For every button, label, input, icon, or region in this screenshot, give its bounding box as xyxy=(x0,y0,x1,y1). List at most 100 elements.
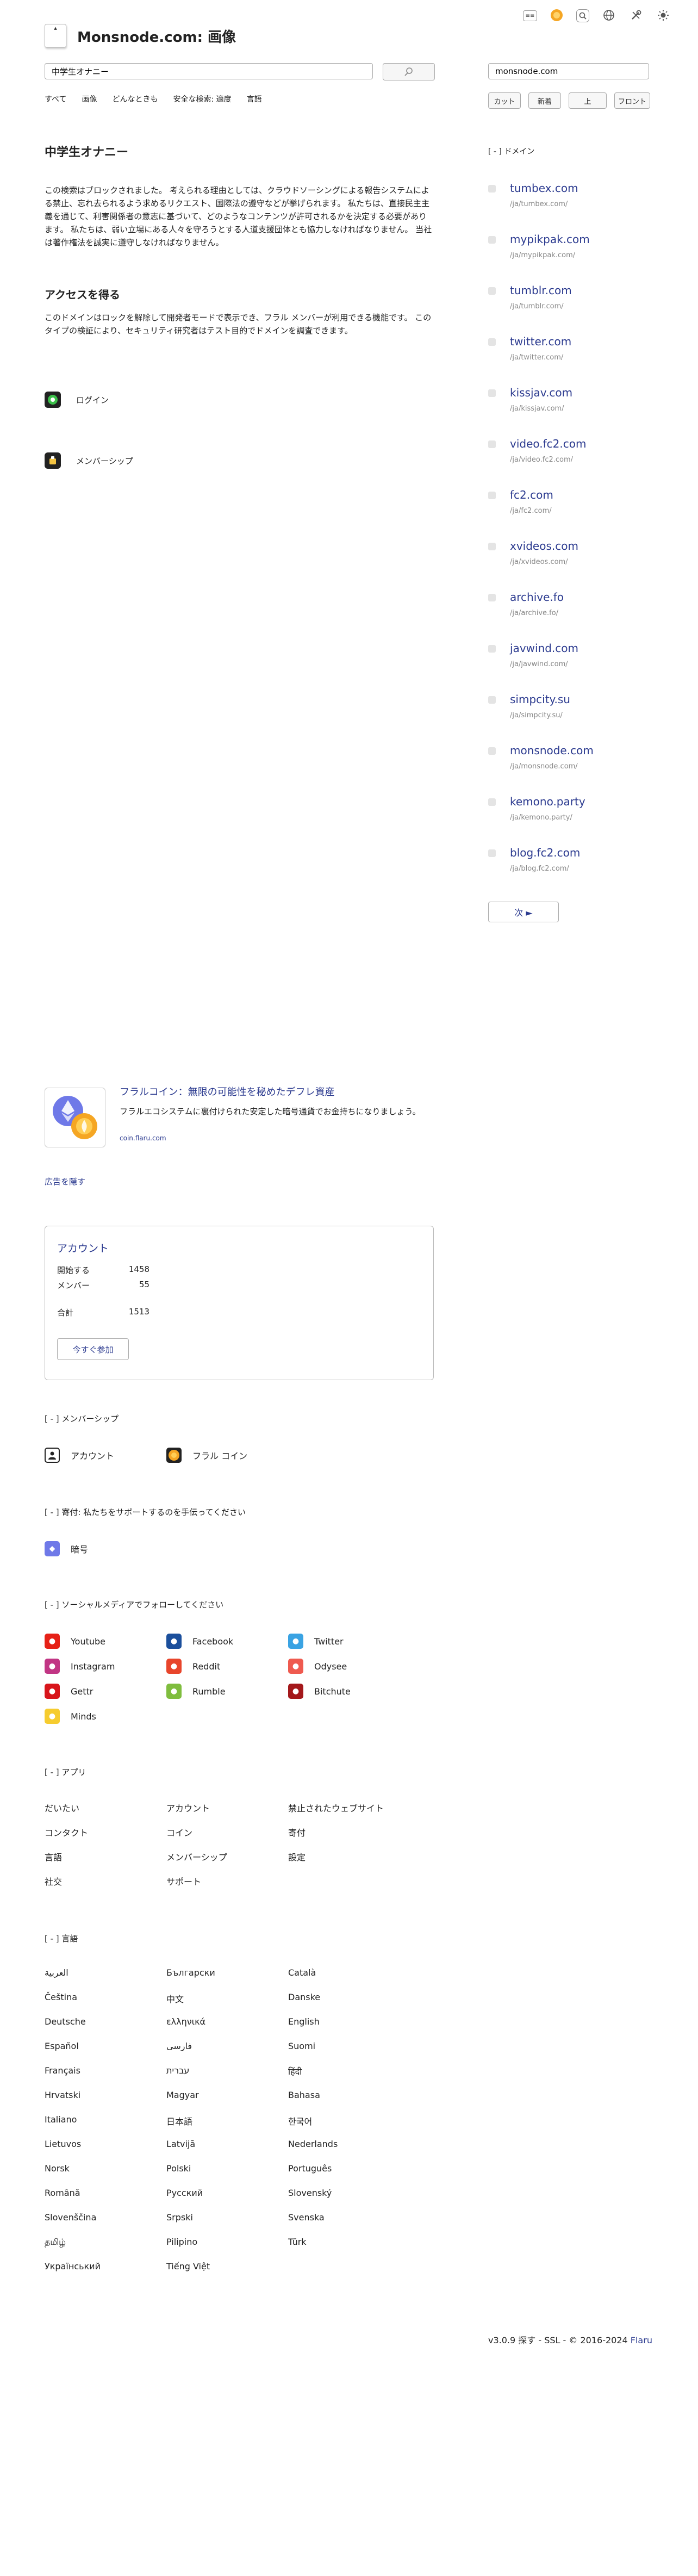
app-link[interactable]: メンバーシップ xyxy=(166,1850,227,1874)
hide-ads-link[interactable]: 広告を隠す xyxy=(45,1176,85,1187)
domain-title[interactable]: mypikpak.com xyxy=(510,233,590,246)
language-link[interactable]: Український xyxy=(45,2261,101,2286)
apps-section-header[interactable]: [ - ] アプリ xyxy=(45,1766,86,1778)
domain-url[interactable]: /ja/tumblr.com/ xyxy=(510,302,564,311)
domain-url[interactable]: /ja/archive.fo/ xyxy=(510,609,558,617)
search-button[interactable] xyxy=(383,63,435,80)
social-link-gettr[interactable]: ● Gettr xyxy=(45,1684,93,1699)
app-link[interactable]: サポート xyxy=(166,1874,227,1899)
language-link[interactable]: Svenska xyxy=(288,2212,338,2237)
join-now-button[interactable]: 今すぐ参加 xyxy=(57,1338,129,1360)
domain-url[interactable]: /ja/tumbex.com/ xyxy=(510,200,568,208)
domain-title[interactable]: tumbex.com xyxy=(510,182,578,195)
domain-url[interactable]: /ja/simpcity.su/ xyxy=(510,711,563,719)
language-link[interactable]: Suomi xyxy=(288,2041,338,2065)
app-link[interactable]: コイン xyxy=(166,1826,227,1850)
language-link[interactable]: Bahasa xyxy=(288,2090,338,2114)
language-link[interactable]: हिंदी xyxy=(288,2065,338,2090)
language-link[interactable]: Català xyxy=(288,1967,338,1992)
tab-language[interactable]: 言語 xyxy=(247,94,262,104)
social-link-instagram[interactable]: ● Instagram xyxy=(45,1659,115,1674)
app-link[interactable]: 社交 xyxy=(45,1874,88,1899)
social-link-odysee[interactable]: ● Odysee xyxy=(288,1659,347,1674)
app-link[interactable]: 禁止されたウェブサイト xyxy=(288,1801,384,1826)
ad-title[interactable]: フラルコイン：無限の可能性を秘めたデフレ資産 xyxy=(120,1084,335,1098)
language-link[interactable]: Hrvatski xyxy=(45,2090,101,2114)
domain-title[interactable]: blog.fc2.com xyxy=(510,846,580,859)
tab-safe-search[interactable]: 安全な検索: 適度 xyxy=(173,94,231,104)
social-link-facebook[interactable]: ● Facebook xyxy=(166,1634,233,1649)
domain-url[interactable]: /ja/mypikpak.com/ xyxy=(510,251,575,259)
language-link[interactable]: Čeština xyxy=(45,1992,101,2016)
membership-section-header[interactable]: [ - ] メンバーシップ xyxy=(45,1413,119,1424)
cut-button[interactable]: カット xyxy=(488,92,521,109)
language-section-header[interactable]: [ - ] 言語 xyxy=(45,1933,78,1944)
search-input[interactable] xyxy=(45,63,373,79)
social-link-bitchute[interactable]: ● Bitchute xyxy=(288,1684,351,1699)
domain-title[interactable]: twitter.com xyxy=(510,335,571,348)
ad-image[interactable] xyxy=(45,1088,105,1147)
language-link[interactable]: Deutsche xyxy=(45,2016,101,2041)
domain-url[interactable]: /ja/video.fc2.com/ xyxy=(510,456,573,464)
app-link[interactable]: 寄付 xyxy=(288,1826,384,1850)
front-button[interactable]: フロント xyxy=(614,92,650,109)
language-link[interactable]: Tiếng Việt xyxy=(166,2261,215,2286)
domain-title[interactable]: xvideos.com xyxy=(510,539,578,553)
app-link[interactable]: 設定 xyxy=(288,1850,384,1874)
account-title[interactable]: アカウント xyxy=(57,1240,109,1255)
language-link[interactable]: Norsk xyxy=(45,2163,101,2188)
domains-header[interactable]: [ - ] ドメイン xyxy=(488,146,534,157)
next-page-button[interactable]: 次 ► xyxy=(488,902,559,922)
language-link[interactable]: Italiano xyxy=(45,2114,101,2139)
language-link[interactable]: العربية xyxy=(45,1967,101,1992)
site-favicon[interactable]: ▴ xyxy=(45,24,66,48)
tab-anytime[interactable]: どんなときも xyxy=(112,94,158,104)
social-link-reddit[interactable]: ● Reddit xyxy=(166,1659,220,1674)
language-link[interactable]: 한국어 xyxy=(288,2114,338,2139)
domain-title[interactable]: simpcity.su xyxy=(510,693,570,706)
donation-section-header[interactable]: [ - ] 寄付: 私たちをサポートするのを手伝ってください xyxy=(45,1506,246,1518)
language-link[interactable]: فارسی xyxy=(166,2041,215,2065)
language-link[interactable]: Srpski xyxy=(166,2212,215,2237)
domain-url[interactable]: /ja/xvideos.com/ xyxy=(510,558,568,566)
flaru-coin-icon[interactable] xyxy=(549,8,564,23)
domain-url[interactable]: /ja/fc2.com/ xyxy=(510,507,552,515)
domain-title[interactable]: kissjav.com xyxy=(510,386,572,399)
social-link-twitter[interactable]: ● Twitter xyxy=(288,1634,344,1649)
language-link[interactable]: עברית xyxy=(166,2065,215,2090)
site-search-input[interactable] xyxy=(488,63,649,79)
tools-icon[interactable] xyxy=(628,8,644,23)
language-link[interactable]: Български xyxy=(166,1967,215,1992)
language-link[interactable]: Polski xyxy=(166,2163,215,2188)
language-link[interactable]: 日本語 xyxy=(166,2114,215,2139)
domain-title[interactable]: monsnode.com xyxy=(510,744,594,757)
domain-title[interactable]: fc2.com xyxy=(510,488,553,501)
flaru-coin-link[interactable]: フラル コイン xyxy=(166,1448,247,1463)
language-link[interactable]: English xyxy=(288,2016,338,2041)
language-link[interactable]: Slovenščina xyxy=(45,2212,101,2237)
tab-images[interactable]: 画像 xyxy=(82,94,97,104)
search-settings-icon[interactable] xyxy=(576,9,589,22)
ad-url[interactable]: coin.flaru.com xyxy=(120,1134,166,1142)
login-link[interactable]: ログイン xyxy=(45,392,109,408)
language-link[interactable]: Lietuvos xyxy=(45,2139,101,2163)
crypto-donation-link[interactable]: ◆ 暗号 xyxy=(45,1541,88,1556)
domain-url[interactable]: /ja/kemono.party/ xyxy=(510,814,572,822)
language-link[interactable]: Danske xyxy=(288,1992,338,2016)
flaru-link[interactable]: Flaru xyxy=(631,2335,652,2345)
language-link[interactable]: Türk xyxy=(288,2237,338,2261)
language-link[interactable]: Latvijā xyxy=(166,2139,215,2163)
social-link-youtube[interactable]: ● Youtube xyxy=(45,1634,105,1649)
domain-url[interactable]: /ja/javwind.com/ xyxy=(510,660,568,668)
globe-icon[interactable] xyxy=(601,8,616,23)
language-link[interactable]: 中文 xyxy=(166,1992,215,2016)
search-engine-icon[interactable]: ≡≡ xyxy=(523,10,537,21)
social-link-minds[interactable]: ● Minds xyxy=(45,1709,96,1724)
app-link[interactable]: だいたい xyxy=(45,1801,88,1826)
language-link[interactable]: Română xyxy=(45,2188,101,2212)
language-link[interactable]: Slovenský xyxy=(288,2188,338,2212)
language-link[interactable]: Pilipino xyxy=(166,2237,215,2261)
app-link[interactable]: アカウント xyxy=(166,1801,227,1826)
new-button[interactable]: 新着 xyxy=(528,92,561,109)
tab-all[interactable]: すべて xyxy=(45,94,66,104)
